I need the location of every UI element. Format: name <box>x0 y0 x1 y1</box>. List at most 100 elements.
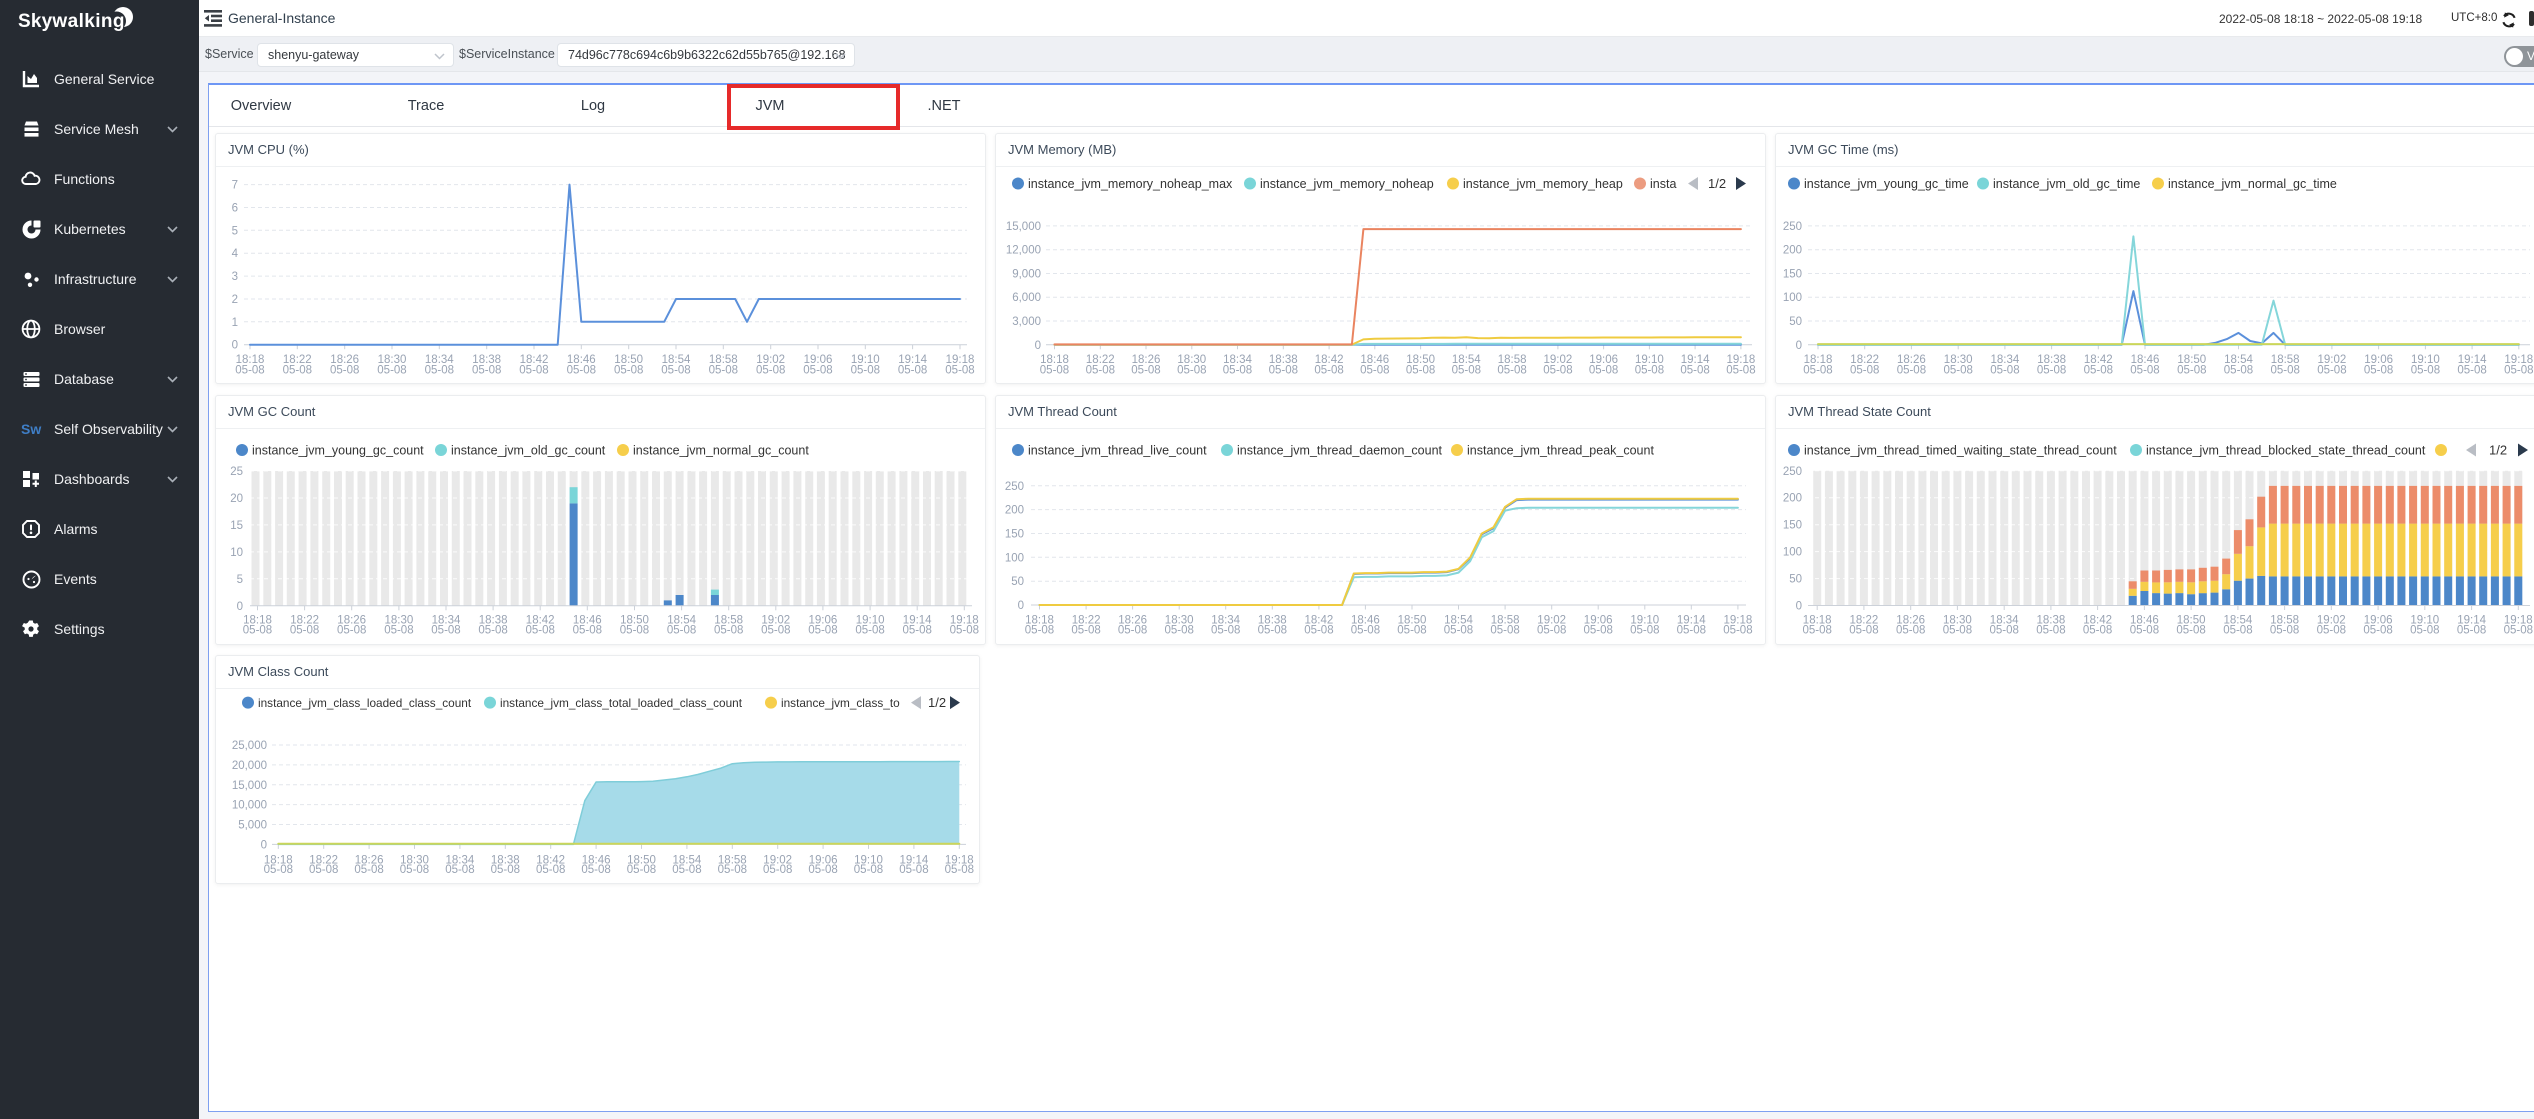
svg-text:instance_jvm_memory_noheap_max: instance_jvm_memory_noheap_max <box>1028 177 1233 191</box>
svg-text:05-08: 05-08 <box>2270 625 2299 637</box>
svg-text:05-08: 05-08 <box>283 365 312 377</box>
svg-text:05-08: 05-08 <box>445 864 474 876</box>
svg-text:05-08: 05-08 <box>431 625 460 637</box>
svg-text:05-08: 05-08 <box>1849 625 1878 637</box>
svg-text:05-08: 05-08 <box>1086 365 1115 377</box>
svg-text:150: 150 <box>1783 520 1802 532</box>
svg-text:1: 1 <box>232 317 238 329</box>
svg-text:05-08: 05-08 <box>400 864 429 876</box>
svg-text:05-08: 05-08 <box>1490 625 1519 637</box>
svg-text:05-08: 05-08 <box>718 864 747 876</box>
svg-text:250: 250 <box>1005 481 1024 493</box>
svg-text:05-08: 05-08 <box>855 625 884 637</box>
svg-text:05-08: 05-08 <box>290 625 319 637</box>
svg-text:0: 0 <box>261 839 267 851</box>
svg-text:instance_jvm_class_total_loade: instance_jvm_class_total_loaded_class_co… <box>500 696 743 710</box>
svg-text:05-08: 05-08 <box>2084 365 2113 377</box>
svg-text:1/2: 1/2 <box>1708 176 1726 191</box>
svg-text:05-08: 05-08 <box>1177 365 1206 377</box>
svg-text:instance_jvm_old_gc_time: instance_jvm_old_gc_time <box>1993 177 2140 191</box>
svg-text:100: 100 <box>1783 292 1802 304</box>
svg-text:05-08: 05-08 <box>1223 365 1252 377</box>
svg-text:05-08: 05-08 <box>2364 365 2393 377</box>
svg-text:05-08: 05-08 <box>525 625 554 637</box>
svg-text:05-08: 05-08 <box>1630 625 1659 637</box>
svg-text:05-08: 05-08 <box>2457 365 2486 377</box>
svg-text:instance_jvm_normal_gc_time: instance_jvm_normal_gc_time <box>2168 177 2337 191</box>
svg-text:05-08: 05-08 <box>803 365 832 377</box>
svg-text:3: 3 <box>232 271 238 283</box>
svg-text:05-08: 05-08 <box>1635 365 1664 377</box>
svg-text:05-08: 05-08 <box>1211 625 1240 637</box>
svg-text:150: 150 <box>1005 529 1024 541</box>
svg-text:05-08: 05-08 <box>377 365 406 377</box>
svg-text:05-08: 05-08 <box>472 365 501 377</box>
svg-text:250: 250 <box>1783 466 1802 478</box>
svg-text:10,000: 10,000 <box>232 800 267 812</box>
svg-text:05-08: 05-08 <box>519 365 548 377</box>
svg-text:50: 50 <box>1789 316 1802 328</box>
svg-text:05-08: 05-08 <box>1164 625 1193 637</box>
svg-text:0: 0 <box>1035 340 1041 352</box>
svg-text:05-08: 05-08 <box>851 365 880 377</box>
svg-text:05-08: 05-08 <box>2176 625 2205 637</box>
svg-text:05-08: 05-08 <box>2317 365 2346 377</box>
svg-text:05-08: 05-08 <box>1943 625 1972 637</box>
svg-text:05-08: 05-08 <box>330 365 359 377</box>
svg-text:9,000: 9,000 <box>1012 269 1041 281</box>
svg-text:05-08: 05-08 <box>1723 625 1752 637</box>
svg-text:05-08: 05-08 <box>2270 365 2299 377</box>
svg-text:50: 50 <box>1789 574 1802 586</box>
svg-text:05-08: 05-08 <box>309 864 338 876</box>
svg-text:150: 150 <box>1783 269 1802 281</box>
svg-text:4: 4 <box>232 248 239 260</box>
svg-text:100: 100 <box>1783 547 1802 559</box>
svg-text:6: 6 <box>232 203 238 215</box>
svg-text:05-08: 05-08 <box>384 625 413 637</box>
svg-text:05-08: 05-08 <box>627 864 656 876</box>
svg-text:05-08: 05-08 <box>235 365 264 377</box>
svg-text:05-08: 05-08 <box>1726 365 1755 377</box>
svg-text:200: 200 <box>1005 505 1024 517</box>
svg-text:05-08: 05-08 <box>2224 365 2253 377</box>
svg-text:10: 10 <box>230 547 243 559</box>
svg-text:5: 5 <box>232 225 238 237</box>
svg-text:instance_jvm_thread_daemon_cou: instance_jvm_thread_daemon_count <box>1237 444 1443 458</box>
svg-text:05-08: 05-08 <box>945 864 974 876</box>
svg-text:0: 0 <box>1796 601 1802 613</box>
svg-text:05-08: 05-08 <box>761 625 790 637</box>
svg-text:05-08: 05-08 <box>1314 365 1343 377</box>
svg-text:0: 0 <box>237 601 243 613</box>
svg-text:3,000: 3,000 <box>1012 316 1041 328</box>
svg-text:05-08: 05-08 <box>1040 365 1069 377</box>
svg-text:05-08: 05-08 <box>1537 625 1566 637</box>
svg-text:05-08: 05-08 <box>1589 365 1618 377</box>
svg-text:05-08: 05-08 <box>536 864 565 876</box>
svg-text:05-08: 05-08 <box>1897 365 1926 377</box>
svg-text:05-08: 05-08 <box>2504 365 2533 377</box>
svg-text:05-08: 05-08 <box>763 864 792 876</box>
svg-text:instance_jvm_thread_blocked_st: instance_jvm_thread_blocked_state_thread… <box>2146 444 2426 458</box>
svg-text:05-08: 05-08 <box>1989 625 2018 637</box>
svg-text:05-08: 05-08 <box>2223 625 2252 637</box>
svg-text:05-08: 05-08 <box>264 864 293 876</box>
svg-text:05-08: 05-08 <box>1452 365 1481 377</box>
svg-text:instance_jvm_class_to: instance_jvm_class_to <box>781 696 900 710</box>
svg-text:instance_jvm_memory_heap: instance_jvm_memory_heap <box>1463 177 1623 191</box>
svg-text:05-08: 05-08 <box>756 365 785 377</box>
svg-text:05-08: 05-08 <box>337 625 366 637</box>
svg-text:5: 5 <box>237 574 243 586</box>
svg-text:05-08: 05-08 <box>478 625 507 637</box>
svg-text:05-08: 05-08 <box>1397 625 1426 637</box>
svg-text:05-08: 05-08 <box>2177 365 2206 377</box>
svg-text:05-08: 05-08 <box>1444 625 1473 637</box>
svg-text:05-08: 05-08 <box>2130 365 2159 377</box>
svg-text:instance_jvm_normal_gc_count: instance_jvm_normal_gc_count <box>633 444 809 458</box>
svg-text:instance_jvm_thread_timed_wait: instance_jvm_thread_timed_waiting_state_… <box>1804 444 2117 458</box>
svg-text:05-08: 05-08 <box>1131 365 1160 377</box>
svg-text:05-08: 05-08 <box>2363 625 2392 637</box>
svg-text:05-08: 05-08 <box>714 625 743 637</box>
svg-text:05-08: 05-08 <box>425 365 454 377</box>
svg-text:insta: insta <box>1650 177 1676 191</box>
svg-text:15,000: 15,000 <box>1006 221 1041 233</box>
